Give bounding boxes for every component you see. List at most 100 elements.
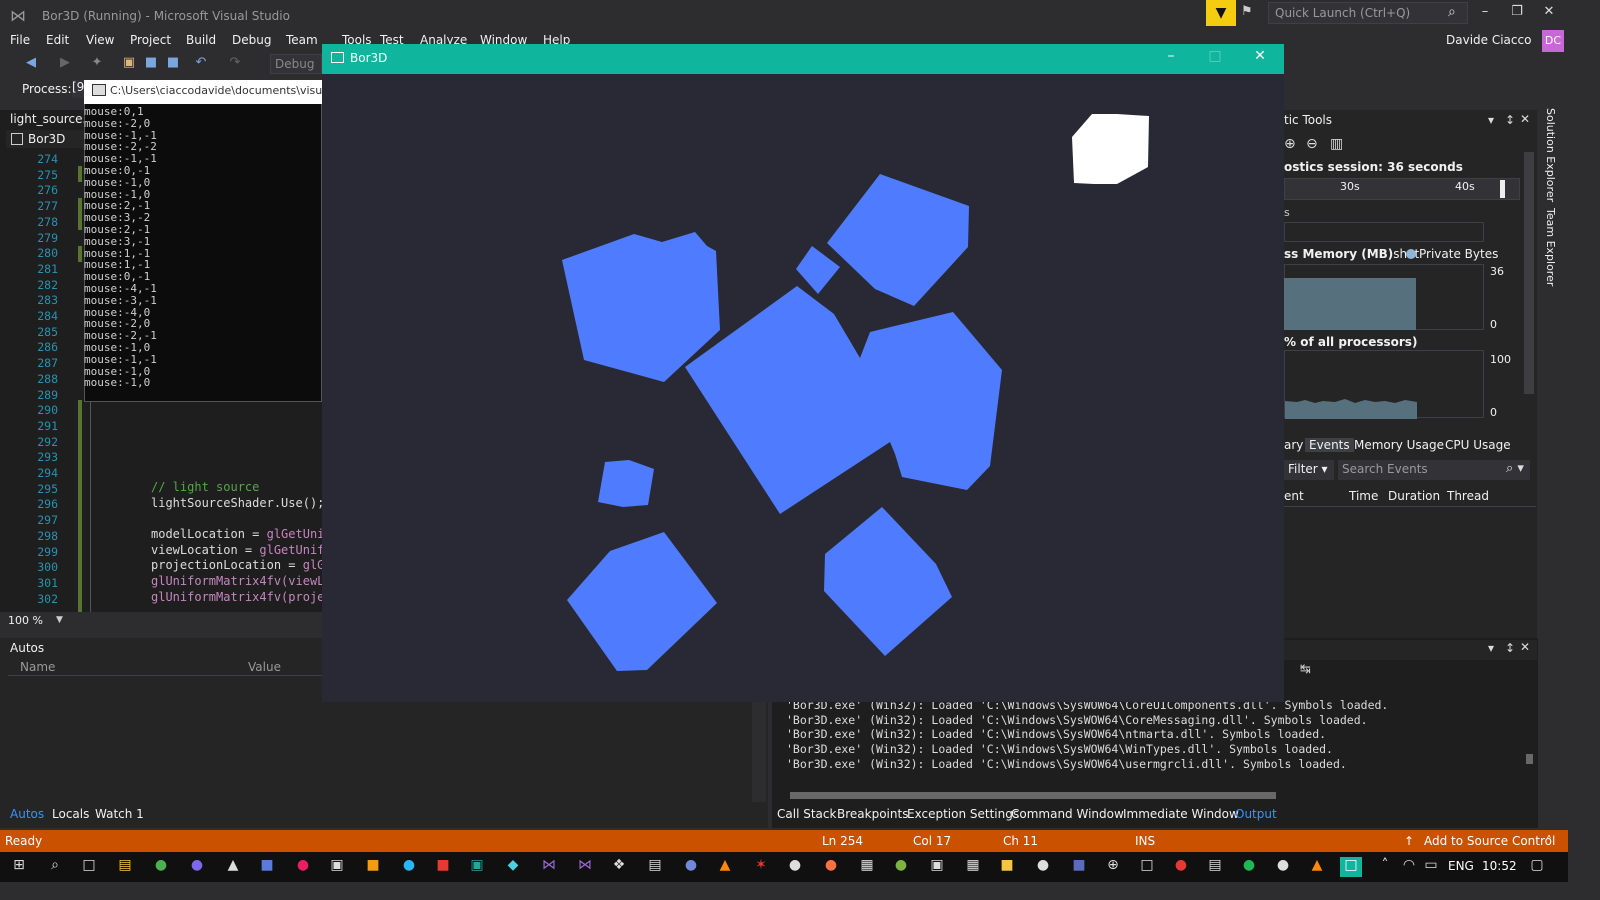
- firefox-icon[interactable]: ●: [820, 857, 842, 877]
- system-clock[interactable]: 10:52: [1482, 859, 1517, 873]
- windows-start-icon[interactable]: ⊞: [8, 857, 30, 877]
- terminal-icon[interactable]: ▤: [644, 857, 666, 877]
- menu-project[interactable]: Project: [130, 33, 171, 47]
- restore-icon[interactable]: ❐: [1502, 4, 1532, 24]
- quick-launch-input[interactable]: Quick Launch (Ctrl+Q): [1268, 2, 1468, 24]
- tab-solution-explorer[interactable]: Solution Explorer: [1544, 108, 1557, 202]
- app-icon[interactable]: ▲: [1306, 857, 1328, 877]
- console-title-bar[interactable]: C:\Users\ciaccodavide\documents\visua: [84, 80, 322, 104]
- app-icon[interactable]: ●: [1170, 857, 1192, 877]
- tab-autos[interactable]: Autos: [10, 807, 44, 821]
- chrome-icon[interactable]: ●: [150, 857, 172, 877]
- app-icon[interactable]: ❖: [608, 857, 630, 877]
- app-icon[interactable]: ▣: [466, 857, 488, 877]
- word-wrap-icon[interactable]: ↹: [1300, 662, 1311, 677]
- reset-view-icon[interactable]: ▥: [1330, 136, 1343, 152]
- tab-cpu-usage[interactable]: CPU Usage: [1445, 438, 1511, 452]
- 3d-scene-canvas[interactable]: [322, 74, 1284, 702]
- file-explorer-icon[interactable]: ▤: [114, 857, 136, 877]
- tab-output[interactable]: Output: [1235, 807, 1277, 821]
- search-events-input[interactable]: Search Events: [1338, 460, 1530, 480]
- tab-team-explorer[interactable]: Team Explorer: [1544, 208, 1557, 286]
- open-folder-icon[interactable]: ▣: [120, 55, 138, 73]
- zoom-level[interactable]: 100 %: [0, 612, 322, 630]
- zoom-in-icon[interactable]: ⊕: [1284, 136, 1296, 152]
- app-icon[interactable]: ●: [186, 857, 208, 877]
- wifi-icon[interactable]: ◠: [1398, 857, 1420, 877]
- tab-locals[interactable]: Locals: [52, 807, 89, 821]
- menu-team[interactable]: Team: [286, 33, 318, 47]
- diagnostics-scrollbar[interactable]: [1521, 140, 1537, 420]
- tab-watch-1[interactable]: Watch 1: [95, 807, 144, 821]
- user-name[interactable]: Davide Ciacco: [1446, 33, 1531, 47]
- vlc-icon[interactable]: ▲: [714, 857, 736, 877]
- task-view-icon[interactable]: □: [78, 857, 100, 877]
- avatar[interactable]: DC: [1542, 30, 1564, 52]
- app-icon[interactable]: ◆: [502, 857, 524, 877]
- sublime-icon[interactable]: ■: [362, 857, 384, 877]
- minimize-icon[interactable]: –: [1470, 4, 1500, 24]
- maximize-icon[interactable]: □: [1200, 48, 1230, 64]
- timeline-ruler[interactable]: [1284, 178, 1520, 200]
- column-event[interactable]: ent: [1284, 489, 1304, 503]
- dropdown-icon[interactable]: ▾: [1488, 641, 1494, 655]
- battery-icon[interactable]: ▭: [1420, 857, 1442, 877]
- new-project-icon[interactable]: ✦: [88, 55, 106, 73]
- filter-dropdown[interactable]: Filter ▾: [1284, 460, 1334, 480]
- redo-icon[interactable]: ↷: [226, 55, 244, 73]
- column-value[interactable]: Value: [248, 660, 281, 674]
- forward-icon[interactable]: ▶: [56, 55, 74, 73]
- app-icon[interactable]: ●: [292, 857, 314, 877]
- column-name[interactable]: Name: [20, 660, 55, 674]
- notifications-icon[interactable]: ▢: [1526, 857, 1548, 877]
- menu-view[interactable]: View: [86, 33, 114, 47]
- tab-light-source-file[interactable]: light_source.fr: [10, 112, 95, 126]
- app-icon[interactable]: ▦: [962, 857, 984, 877]
- add-to-source-control-button[interactable]: Add to Source Control: [1424, 834, 1555, 848]
- search-icon[interactable]: ⌕: [1448, 4, 1456, 20]
- search-icon[interactable]: ⌕: [44, 857, 66, 877]
- search-icon[interactable]: ⌕ ▾: [1506, 461, 1524, 476]
- visual-studio-icon[interactable]: ⋈: [538, 857, 560, 877]
- tab-call-stack[interactable]: Call Stack: [777, 807, 836, 821]
- chevron-down-icon[interactable]: ▼: [56, 615, 63, 625]
- discord-icon[interactable]: ●: [680, 857, 702, 877]
- column-time[interactable]: Time: [1349, 489, 1378, 503]
- close-icon[interactable]: ✕: [1534, 4, 1564, 24]
- spotify-icon[interactable]: ●: [1238, 857, 1260, 877]
- tab-memory-usage[interactable]: Memory Usage: [1354, 438, 1444, 452]
- app-icon[interactable]: ●: [1032, 857, 1054, 877]
- close-icon[interactable]: ✕: [1245, 48, 1275, 64]
- app-icon[interactable]: ▣: [326, 857, 348, 877]
- app-icon[interactable]: ●: [398, 857, 420, 877]
- app-icon[interactable]: ■: [256, 857, 278, 877]
- app-icon[interactable]: ■: [1068, 857, 1090, 877]
- column-thread[interactable]: Thread: [1447, 489, 1489, 503]
- app-icon[interactable]: ✶: [750, 857, 772, 877]
- app-icon[interactable]: ▤: [1204, 857, 1226, 877]
- app-icon[interactable]: ●: [890, 857, 912, 877]
- notifications-icon[interactable]: ⚑: [1241, 4, 1263, 24]
- show-hidden-icons-icon[interactable]: ˄: [1374, 857, 1396, 877]
- app-icon[interactable]: ▦: [856, 857, 878, 877]
- app-icon[interactable]: ▲: [222, 857, 244, 877]
- minimize-icon[interactable]: –: [1156, 48, 1186, 64]
- menu-debug[interactable]: Debug: [232, 33, 271, 47]
- app-icon[interactable]: ■: [996, 857, 1018, 877]
- menu-edit[interactable]: Edit: [46, 33, 69, 47]
- save-icon[interactable]: ■: [142, 55, 160, 73]
- lightroom-icon[interactable]: ▣: [926, 857, 948, 877]
- solution-configuration-dropdown[interactable]: Debug: [270, 54, 322, 74]
- filezilla-icon[interactable]: ■: [432, 857, 454, 877]
- back-icon[interactable]: ◀: [22, 55, 40, 73]
- tab-immediate-window[interactable]: Immediate Window: [1123, 807, 1239, 821]
- close-panel-icon[interactable]: ✕: [1520, 112, 1530, 126]
- bor3d-title-bar[interactable]: [322, 44, 1284, 74]
- input-language[interactable]: ENG: [1448, 859, 1474, 873]
- output-vertical-scrollbar[interactable]: [1522, 684, 1536, 784]
- close-panel-icon[interactable]: ✕: [1520, 640, 1530, 654]
- app-icon[interactable]: ●: [1272, 857, 1294, 877]
- tab-breakpoints[interactable]: Breakpoints: [837, 807, 908, 821]
- feedback-filter-icon[interactable]: ▼: [1206, 0, 1236, 26]
- visual-studio-icon[interactable]: ⋈: [574, 857, 596, 877]
